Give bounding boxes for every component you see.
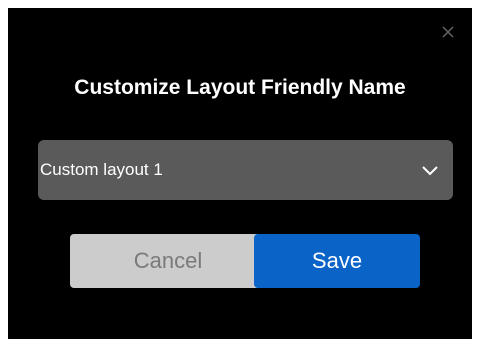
close-icon <box>442 26 454 38</box>
save-button[interactable]: Save <box>254 234 420 288</box>
layout-name-value: Custom layout 1 <box>40 160 163 179</box>
cancel-button[interactable]: Cancel <box>70 234 266 288</box>
dialog-title: Customize Layout Friendly Name <box>74 76 406 99</box>
layout-name-select[interactable]: Custom layout 1 <box>38 140 453 200</box>
close-button[interactable] <box>436 20 460 44</box>
customize-layout-dialog: Customize Layout Friendly Name Custom la… <box>8 8 472 339</box>
chevron-down-icon <box>422 166 438 176</box>
